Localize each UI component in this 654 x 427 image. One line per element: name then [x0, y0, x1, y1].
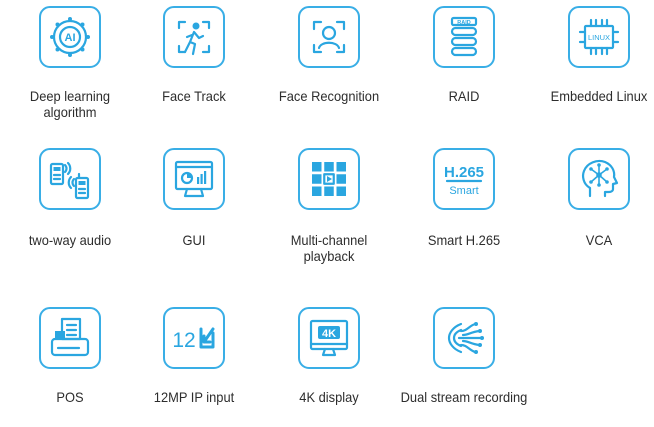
feature-two-way-audio: two-way audio [0, 148, 140, 268]
feature-label: Face Track [130, 88, 259, 104]
h265-codec-icon: H.265 Smart [433, 148, 495, 210]
walkie-talkie-icon [39, 148, 101, 210]
multi-channel-playback-icon [298, 148, 360, 210]
feature-label: Embedded Linux [535, 88, 654, 104]
12mp-input-icon: 12 [163, 307, 225, 369]
feature-embedded-linux: LINUX Embedded Linux [529, 6, 654, 126]
feature-label: 4K display [265, 389, 394, 405]
gui-monitor-icon [163, 148, 225, 210]
feature-gui: GUI [124, 148, 264, 268]
label-text: Smart H.265 [427, 232, 501, 248]
raid-text: RAID [457, 20, 470, 26]
12mp-number: 12 [172, 329, 195, 352]
label-text: GUI [182, 232, 206, 248]
feature-4k-display: 4K 4K display [259, 307, 399, 427]
feature-label: two-way audio [6, 232, 135, 248]
feature-face-track: Face Track [124, 6, 264, 126]
label-text: 12MP IP input [153, 389, 235, 405]
label-text: VCA [585, 232, 613, 248]
4k-display-icon: 4K [298, 307, 360, 369]
feature-label: Multi-channel playback [265, 232, 394, 264]
feature-label: VCA [535, 232, 654, 248]
feature-label: Deep learning algorithm [6, 88, 135, 120]
feature-smart-h265: H.265 Smart Smart H.265 [394, 148, 534, 268]
label-text: RAID [448, 88, 480, 104]
feature-pos: POS [0, 307, 140, 427]
label-text: Embedded Linux [550, 88, 648, 104]
feature-12mp-ip-input: 12 12MP IP input [124, 307, 264, 427]
feature-label: RAID [400, 88, 529, 104]
feature-raid: RAID RAID [394, 6, 534, 126]
feature-label: Smart H.265 [400, 232, 529, 248]
feature-deep-learning: AI Deep learning algorithm [0, 6, 140, 126]
smart-text: Smart [449, 185, 478, 197]
label-text: two-way audio [28, 232, 112, 248]
label-text: POS [56, 389, 84, 405]
vca-head-icon [568, 148, 630, 210]
feature-label: Dual stream recording [400, 389, 529, 405]
feature-label: POS [6, 389, 135, 405]
label-text: Deep learning algorithm [29, 88, 111, 120]
pos-terminal-icon [39, 307, 101, 369]
label-text: Multi-channel playback [290, 232, 368, 264]
feature-face-recognition: Face Recognition [259, 6, 399, 126]
ai-chip-icon: AI [39, 6, 101, 68]
feature-label: 12MP IP input [130, 389, 259, 405]
feature-label: Face Recognition [265, 88, 394, 104]
feature-dual-stream-recording: Dual stream recording [394, 307, 534, 427]
label-text: Face Recognition [278, 88, 380, 104]
label-text: Face Track [162, 88, 226, 104]
linux-text: LINUX [588, 33, 610, 42]
h265-text: H.265 [444, 164, 484, 181]
face-track-icon [163, 6, 225, 68]
label-text: Dual stream recording [400, 389, 528, 405]
linux-chip-icon: LINUX [568, 6, 630, 68]
face-recognition-icon [298, 6, 360, 68]
4k-text: 4K [322, 328, 336, 340]
ai-text: AI [65, 32, 76, 44]
dual-stream-icon [433, 307, 495, 369]
feature-multi-channel-playback: Multi-channel playback [259, 148, 399, 268]
raid-disks-icon: RAID [433, 6, 495, 68]
feature-label: GUI [130, 232, 259, 248]
feature-vca: VCA [529, 148, 654, 268]
label-text: 4K display [299, 389, 359, 405]
